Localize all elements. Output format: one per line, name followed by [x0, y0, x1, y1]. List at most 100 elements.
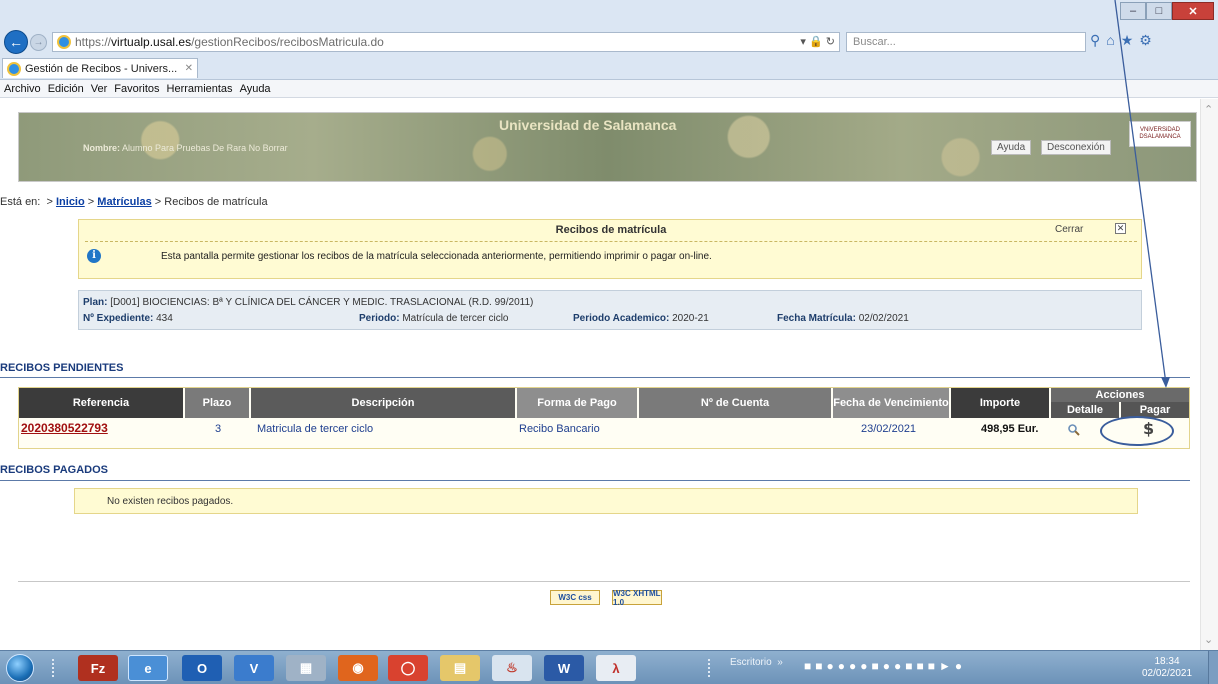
col-detalle: Detalle [1051, 402, 1119, 418]
internet-explorer-icon[interactable]: e [128, 655, 168, 681]
ie-tab-icon [7, 61, 21, 76]
firefox-icon[interactable]: ◉ [338, 655, 378, 681]
menu-edicion[interactable]: Edición [48, 83, 84, 95]
system-tray-icons[interactable]: ■■●●●●■●●■■■►● [804, 659, 966, 673]
col-vencimiento: Fecha de Vencimiento [833, 388, 949, 418]
home-icon[interactable]: ⌂ [1106, 32, 1120, 48]
outlook-icon[interactable]: O [182, 655, 222, 681]
receipt-reference-link[interactable]: 2020380522793 [21, 421, 108, 435]
w3c-xhtml-badge[interactable]: W3C XHTML 1.0 [612, 589, 662, 607]
chrome-icon[interactable]: ◯ [388, 655, 428, 681]
window-controls: – □ ✕ [1120, 2, 1214, 20]
start-button[interactable] [6, 654, 34, 682]
magnifier-detail-icon[interactable] [1067, 423, 1081, 437]
scroll-down-icon[interactable]: ⌄ [1204, 633, 1213, 646]
address-tools[interactable]: ▾ 🔒 ↻ [800, 35, 835, 48]
footer-divider [18, 581, 1190, 582]
scroll-up-icon[interactable]: ⌃ [1204, 103, 1213, 116]
plan-details: Plan: [D001] BIOCIENCIAS: Bª Y CLÍNICA D… [78, 290, 1142, 330]
info-text: Esta pantalla permite gestionar los reci… [161, 251, 712, 262]
windows-taskbar: Fz e O V ▦ ◉ ◯ ▤ ♨ W λ Escritorio » ■■●●… [0, 650, 1218, 684]
menu-archivo[interactable]: Archivo [4, 83, 41, 95]
close-window-button[interactable]: ✕ [1172, 2, 1214, 20]
vertical-scrollbar[interactable]: ⌃ ⌄ [1200, 99, 1218, 650]
divider [0, 377, 1190, 378]
page-content: Universidad de Salamanca Nombre: Alumno … [0, 99, 1200, 650]
breadcrumb-current: Recibos de matrícula [164, 196, 268, 208]
close-icon[interactable]: ✕ [1115, 223, 1126, 234]
divider [0, 480, 1190, 481]
expediente-info: Nº Expediente: 434 [83, 313, 173, 324]
annotation-circle [1100, 416, 1174, 446]
calculator-icon[interactable]: ▦ [286, 655, 326, 681]
breadcrumb-inicio[interactable]: Inicio [56, 196, 85, 208]
java-icon[interactable]: ♨ [492, 655, 532, 681]
show-desktop-button[interactable] [1208, 651, 1218, 684]
search-icon[interactable]: ⚲ [1090, 32, 1106, 48]
dropdown-icon[interactable]: ▾ [800, 36, 806, 48]
receipt-plazo: 3 [215, 423, 222, 435]
escritorio-toolbar[interactable]: Escritorio » [730, 657, 783, 668]
breadcrumb: Está en: > Inicio > Matrículas > Recibos… [0, 196, 268, 208]
word-icon[interactable]: W [544, 655, 584, 681]
col-forma-pago: Forma de Pago [517, 388, 637, 418]
paid-receipts-empty: No existen recibos pagados. [74, 488, 1138, 514]
refresh-icon[interactable]: ↻ [826, 36, 835, 48]
col-descripcion: Descripción [251, 388, 515, 418]
info-icon: i [87, 249, 101, 263]
banner-title: Universidad de Salamanca [499, 117, 677, 133]
search-input[interactable]: Buscar... [846, 32, 1086, 52]
col-cuenta: Nº de Cuenta [639, 388, 831, 418]
tab-gestion-recibos[interactable]: Gestión de Recibos - Univers... ✕ [2, 58, 198, 78]
pending-receipts-table: Referencia Plazo Descripción Forma de Pa… [18, 387, 1190, 449]
breadcrumb-matriculas[interactable]: Matrículas [97, 196, 151, 208]
gear-icon[interactable]: ⚙ [1139, 32, 1158, 48]
col-importe: Importe [951, 388, 1049, 418]
col-referencia: Referencia [19, 388, 183, 418]
ie-page-icon [57, 35, 71, 49]
maximize-button[interactable]: □ [1146, 2, 1172, 20]
menu-ayuda[interactable]: Ayuda [240, 83, 271, 95]
minimize-button[interactable]: – [1120, 2, 1146, 20]
fecha-matricula-info: Fecha Matrícula: 02/02/2021 [777, 313, 909, 324]
url-text[interactable]: https://virtualp.usal.es/gestionRecibos/… [75, 35, 384, 49]
banner-user: Nombre: Alumno Para Pruebas De Rara No B… [83, 143, 288, 153]
vpn-client-icon[interactable]: V [234, 655, 274, 681]
university-banner: Universidad de Salamanca Nombre: Alumno … [18, 112, 1197, 182]
forward-button[interactable]: → [30, 34, 47, 51]
back-button[interactable]: ← [4, 30, 28, 54]
lock-icon[interactable]: 🔒 [809, 36, 823, 48]
menu-herramientas[interactable]: Herramientas [167, 83, 233, 95]
tab-title: Gestión de Recibos - Univers... [25, 62, 178, 75]
plan-info: Plan: [D001] BIOCIENCIAS: Bª Y CLÍNICA D… [83, 297, 534, 308]
logout-button[interactable]: Desconexión [1041, 140, 1111, 155]
close-tab-icon[interactable]: ✕ [185, 63, 193, 74]
help-button[interactable]: Ayuda [991, 140, 1032, 155]
taskbar-grip [708, 659, 712, 677]
browser-chrome: ← → https://virtualp.usal.es/gestionReci… [0, 0, 1218, 80]
menu-favoritos[interactable]: Favoritos [114, 83, 159, 95]
address-bar[interactable]: https://virtualp.usal.es/gestionRecibos/… [52, 32, 840, 52]
tab-strip: Gestión de Recibos - Univers... ✕ [0, 56, 1218, 78]
receipt-descripcion: Matricula de tercer ciclo [257, 423, 374, 435]
receipt-vencimiento: 23/02/2021 [861, 423, 917, 435]
periodo-academico-info: Periodo Academico: 2020-21 [573, 313, 709, 324]
recibos-pagados-title: RECIBOS PAGADOS [0, 464, 108, 476]
receipt-importe: 498,95 Eur. [981, 423, 1039, 435]
close-link[interactable]: Cerrar [1055, 224, 1083, 235]
favorites-star-icon[interactable]: ★ [1121, 32, 1140, 48]
filezilla-icon[interactable]: Fz [78, 655, 118, 681]
periodo-info: Periodo: Matrícula de tercer ciclo [359, 313, 509, 324]
acrobat-icon[interactable]: λ [596, 655, 636, 681]
receipt-forma-pago: Recibo Bancario [519, 423, 600, 435]
info-title: Recibos de matrícula [555, 224, 667, 236]
divider [85, 241, 1137, 242]
taskbar-grip [52, 659, 56, 677]
w3c-css-badge[interactable]: W3C css [550, 590, 600, 605]
menu-ver[interactable]: Ver [91, 83, 108, 95]
file-explorer-icon[interactable]: ▤ [440, 655, 480, 681]
usal-logo: VNiVERSiDAD DSALAMANCA [1129, 121, 1191, 147]
recibos-pendientes-title: RECIBOS PENDIENTES [0, 362, 124, 374]
taskbar-clock[interactable]: 18:34 02/02/2021 [1136, 656, 1198, 680]
col-acciones: Acciones [1051, 388, 1189, 402]
